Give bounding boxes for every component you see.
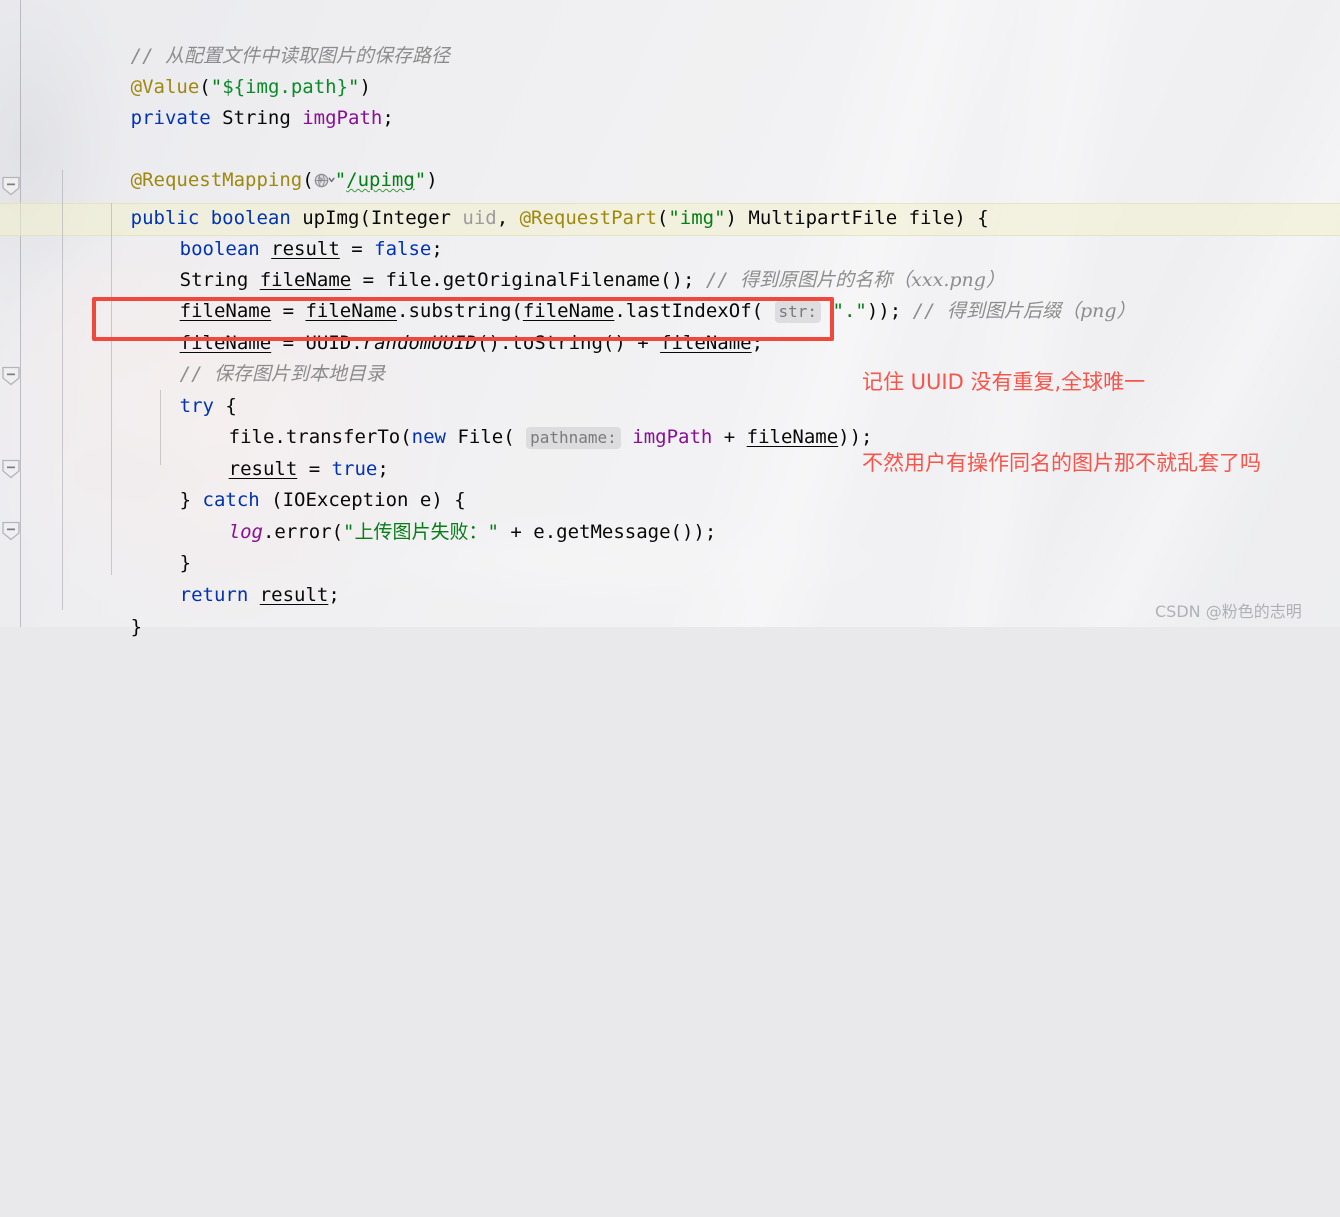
- token-param-multipartfile: ) MultipartFile file) {: [725, 207, 989, 230]
- code-line-boolean-result[interactable]: boolean result = false;: [111, 203, 443, 260]
- token-plus: +: [498, 521, 534, 544]
- token-semicolon: ;: [751, 332, 764, 355]
- code-line-close-catch[interactable]: }: [111, 517, 191, 574]
- code-line-get-original-filename[interactable]: String fileName = file.getOriginalFilena…: [111, 234, 1005, 291]
- code-line-method-signature[interactable]: public boolean upImg(Integer uid, @Reque…: [62, 172, 989, 229]
- code-line-comment-save[interactable]: // 保存图片到本地目录: [111, 328, 385, 385]
- code-line-try[interactable]: try {: [111, 360, 237, 417]
- token-brace-close: }: [130, 616, 143, 639]
- token-var-result: result: [259, 584, 329, 607]
- code-line-log-error[interactable]: log.error("上传图片失败：" + e.getMessage());: [160, 486, 717, 543]
- param-hint-pathname: pathname:: [526, 427, 621, 450]
- token-comma: ,: [496, 207, 520, 230]
- code-line-return-result[interactable]: return result;: [111, 549, 340, 606]
- code-line-substring-suffix[interactable]: fileName = fileName.substring(fileName.l…: [111, 265, 1136, 324]
- code-content[interactable]: // 从配置文件中读取图片的保存路径 @Value("${img.path}")…: [0, 0, 1136, 1217]
- token-class-file: File(: [446, 426, 515, 449]
- token-param-uid: uid: [462, 207, 497, 230]
- token-string-img: "img": [668, 207, 726, 230]
- token-paren-open: (: [656, 207, 669, 230]
- token-field-imgpath: imgPath: [302, 107, 383, 130]
- red-note-line-1: 记住 UUID 没有重复,全球唯一: [862, 370, 1146, 394]
- token-var-filename: fileName: [746, 426, 839, 449]
- token-field-imgpath: imgPath: [632, 426, 713, 449]
- token-keyword-return: return: [179, 584, 249, 607]
- token-string-error-message: "上传图片失败：": [343, 521, 499, 544]
- red-note-line-2: 不然用户有操作同名的图片那不就乱套了吗: [862, 451, 1261, 475]
- code-line-uuid-filename[interactable]: fileName = UUID.randomUUID().toString() …: [111, 297, 763, 354]
- param-hint-str: str:: [774, 301, 822, 324]
- code-line-comment-path[interactable]: // 从配置文件中读取图片的保存路径: [62, 10, 450, 67]
- code-editor[interactable]: // 从配置文件中读取图片的保存路径 @Value("${img.path}")…: [0, 0, 1340, 638]
- code-line-transferto[interactable]: file.transferTo(new File( pathname: imgP…: [160, 391, 873, 450]
- code-line-imgpath-field[interactable]: private String imgPath;: [62, 72, 394, 129]
- token-semicolon: ;: [328, 584, 340, 607]
- code-line-result-true[interactable]: result = true;: [160, 423, 389, 480]
- token-call-tostring: ().toString() +: [477, 332, 661, 355]
- code-line-close-method[interactable]: }: [62, 581, 142, 638]
- token-field-log: log: [228, 521, 263, 544]
- code-line-catch[interactable]: } catch (IOException e) {: [111, 454, 466, 511]
- token-plus: +: [712, 426, 747, 449]
- csdn-watermark: CSDN @粉色的志明: [1155, 602, 1302, 621]
- token-call-getmessage: e.getMessage());: [533, 521, 717, 544]
- token-annotation-requestpart: @RequestPart: [519, 207, 657, 230]
- red-annotation-note: 记住 UUID 没有重复,全球唯一 不然用户有操作同名的图片那不就乱套了吗: [862, 315, 1261, 531]
- token-type-string: String: [210, 107, 303, 130]
- token-call-error: .error(: [262, 521, 344, 544]
- code-line-requestmapping[interactable]: @RequestMapping("/upimg"): [62, 134, 438, 191]
- token-var-filename: fileName: [660, 332, 752, 355]
- token-keyword-new: new: [411, 426, 446, 449]
- code-line-value-annotation[interactable]: @Value("${img.path}"): [62, 41, 371, 98]
- token-semicolon: ;: [382, 107, 394, 130]
- token-keyword-private: private: [130, 107, 211, 130]
- token-comment-text: 保存图片到本地目录: [213, 363, 385, 386]
